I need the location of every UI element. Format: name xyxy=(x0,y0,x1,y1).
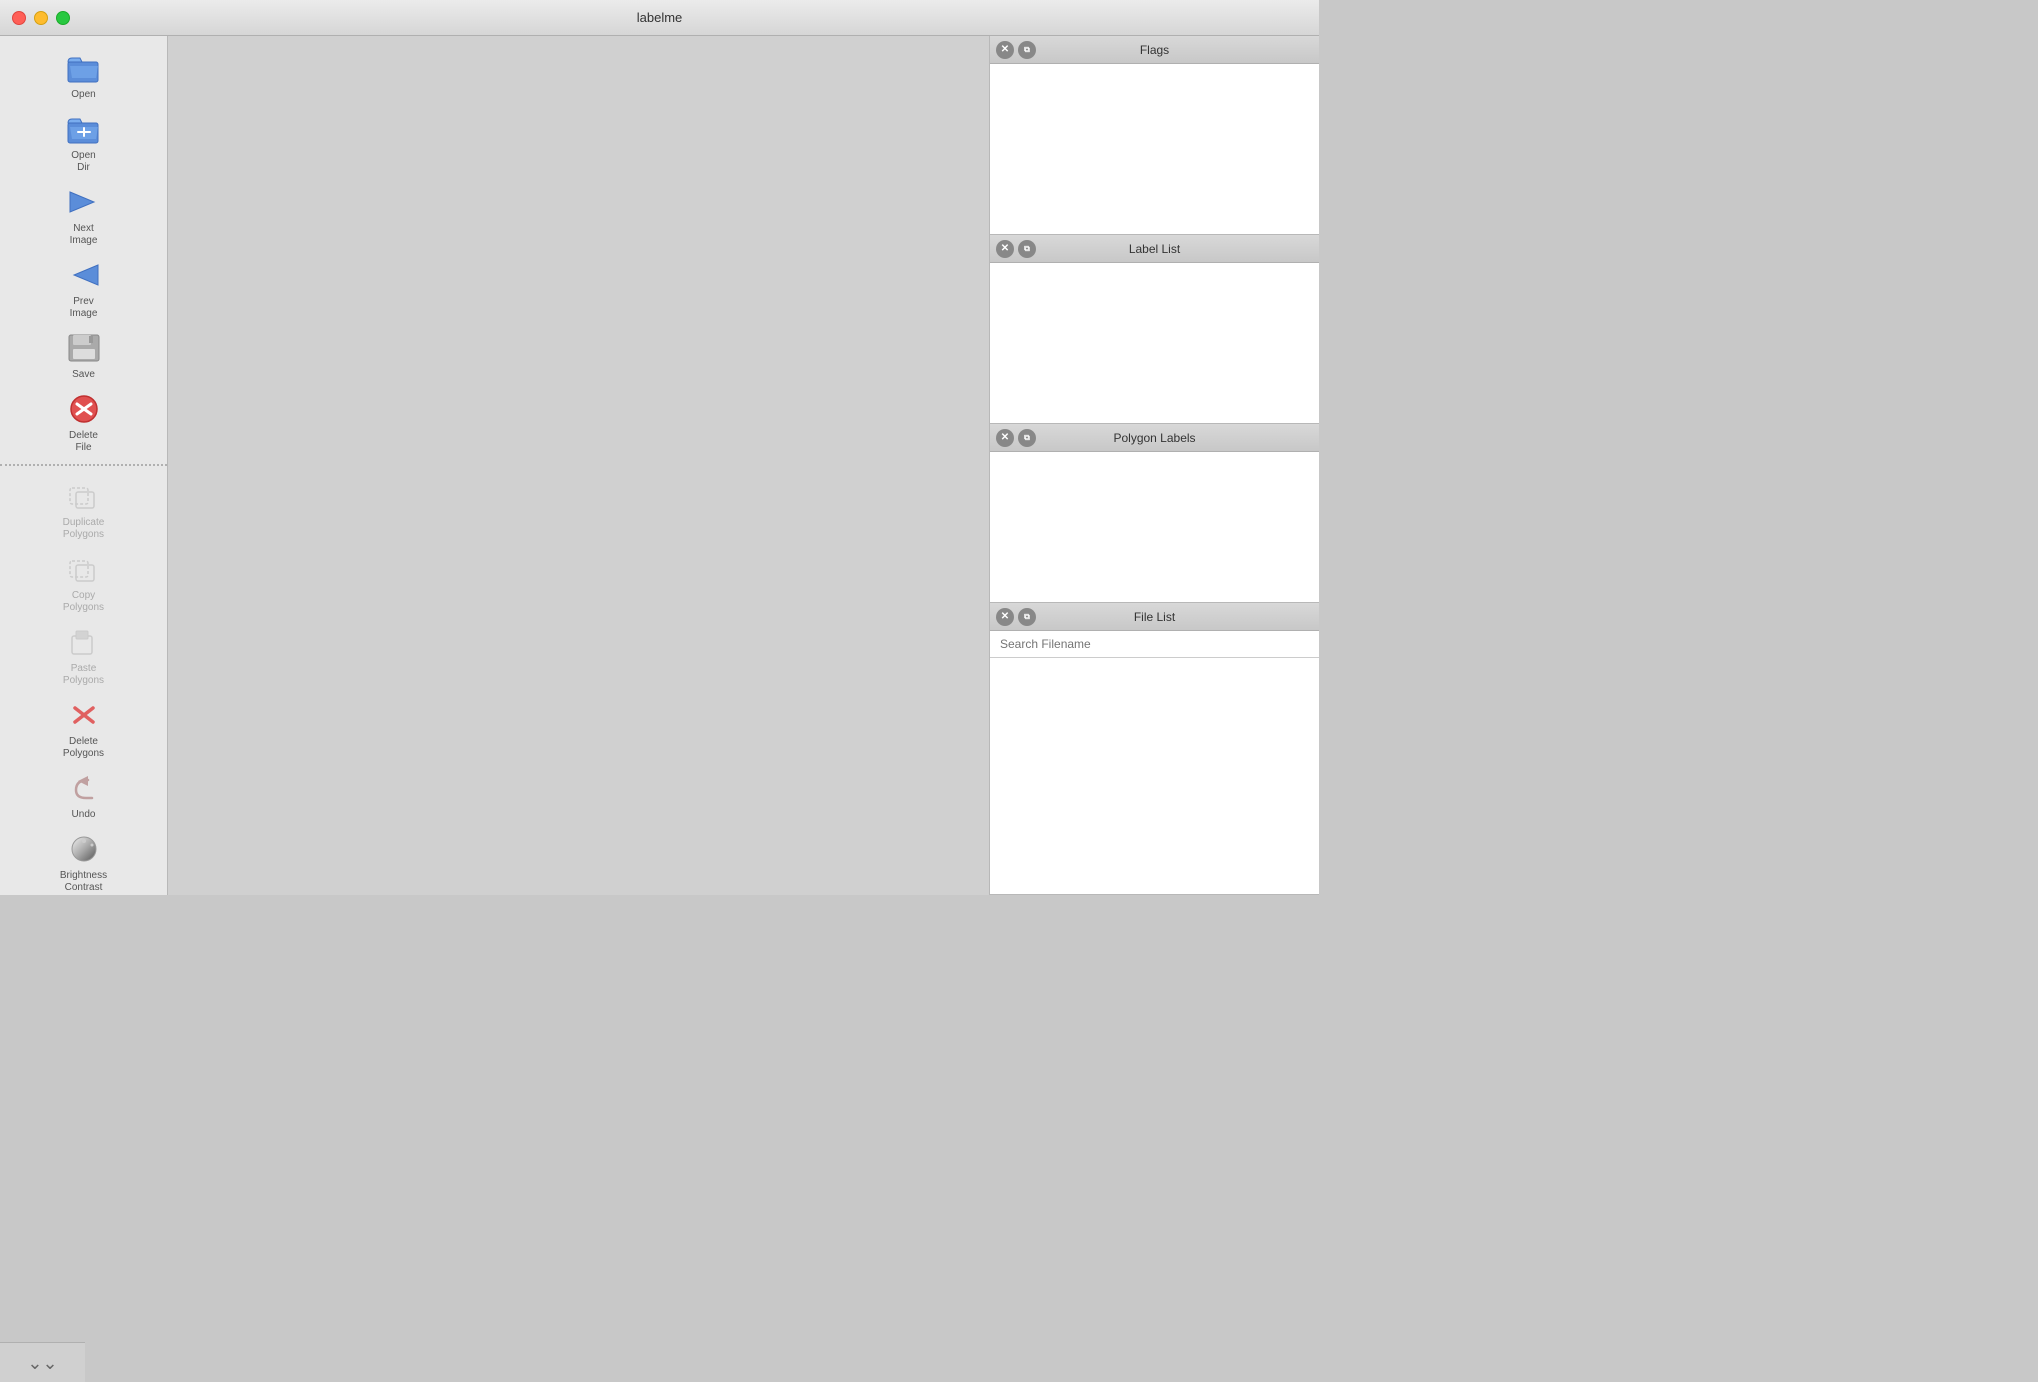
label-list-panel-icons: ✕ ⧉ xyxy=(996,240,1036,258)
toolbar: Open Open Dir Next Image xyxy=(0,36,168,895)
file-list-float-button[interactable]: ⧉ xyxy=(1018,608,1036,626)
paste-polygons-icon xyxy=(60,622,108,662)
delete-polygons-icon xyxy=(60,695,108,735)
flags-body xyxy=(990,64,1319,234)
copy-polygons-icon xyxy=(60,549,108,589)
flags-panel-icons: ✕ ⧉ xyxy=(996,41,1036,59)
save-icon xyxy=(60,328,108,368)
undo-icon xyxy=(60,768,108,808)
label-list-close-button[interactable]: ✕ xyxy=(996,240,1014,258)
brightness-contrast-button[interactable]: Brightness Contrast xyxy=(0,825,167,895)
label-list-title: Label List xyxy=(998,242,1311,256)
close-button[interactable] xyxy=(12,11,26,25)
file-list-panel-header: ✕ ⧉ File List xyxy=(990,603,1319,631)
prev-image-label: Prev Image xyxy=(70,296,98,320)
titlebar-buttons xyxy=(12,11,70,25)
open-label: Open xyxy=(71,89,95,101)
file-search-input[interactable] xyxy=(990,631,1319,658)
polygon-labels-panel: ✕ ⧉ Polygon Labels xyxy=(990,424,1319,603)
toolbar-separator-1 xyxy=(0,464,167,466)
delete-polygons-button[interactable]: Delete Polygons xyxy=(0,691,167,764)
flags-panel: ✕ ⧉ Flags xyxy=(990,36,1319,235)
open-dir-icon xyxy=(60,109,108,149)
file-list-panel: ✕ ⧉ File List xyxy=(990,603,1319,895)
polygon-labels-close-button[interactable]: ✕ xyxy=(996,429,1014,447)
delete-file-label: Delete File xyxy=(69,430,98,454)
save-label: Save xyxy=(72,369,95,381)
file-list-body xyxy=(990,658,1319,894)
copy-polygons-label: Copy Polygons xyxy=(63,590,104,614)
file-list-panel-icons: ✕ ⧉ xyxy=(996,608,1036,626)
label-list-panel-header: ✕ ⧉ Label List xyxy=(990,235,1319,263)
brightness-contrast-icon xyxy=(60,829,108,869)
brightness-contrast-label: Brightness Contrast xyxy=(60,870,107,894)
open-button[interactable]: Open xyxy=(0,44,167,105)
open-dir-button[interactable]: Open Dir xyxy=(0,105,167,178)
prev-image-icon xyxy=(60,255,108,295)
paste-polygons-label: Paste Polygons xyxy=(63,663,104,687)
label-list-body xyxy=(990,263,1319,423)
duplicate-polygons-button[interactable]: Duplicate Polygons xyxy=(0,472,167,545)
duplicate-polygons-icon xyxy=(60,476,108,516)
undo-button[interactable]: Undo xyxy=(0,764,167,825)
file-list-close-button[interactable]: ✕ xyxy=(996,608,1014,626)
duplicate-polygons-label: Duplicate Polygons xyxy=(63,517,105,541)
file-list-title: File List xyxy=(998,610,1311,624)
label-list-float-button[interactable]: ⧉ xyxy=(1018,240,1036,258)
flags-panel-header: ✕ ⧉ Flags xyxy=(990,36,1319,64)
flags-close-button[interactable]: ✕ xyxy=(996,41,1014,59)
open-icon xyxy=(60,48,108,88)
prev-image-button[interactable]: Prev Image xyxy=(0,251,167,324)
canvas-area xyxy=(168,36,989,895)
polygon-labels-float-button[interactable]: ⧉ xyxy=(1018,429,1036,447)
delete-polygons-label: Delete Polygons xyxy=(63,736,104,760)
label-list-panel: ✕ ⧉ Label List xyxy=(990,235,1319,424)
polygon-labels-body xyxy=(990,452,1319,602)
paste-polygons-button[interactable]: Paste Polygons xyxy=(0,618,167,691)
polygon-labels-panel-header: ✕ ⧉ Polygon Labels xyxy=(990,424,1319,452)
flags-float-button[interactable]: ⧉ xyxy=(1018,41,1036,59)
maximize-button[interactable] xyxy=(56,11,70,25)
next-image-icon xyxy=(60,182,108,222)
scroll-down-icon: ⌄⌄ xyxy=(27,1354,57,1372)
copy-polygons-button[interactable]: Copy Polygons xyxy=(0,545,167,618)
polygon-labels-panel-icons: ✕ ⧉ xyxy=(996,429,1036,447)
next-image-button[interactable]: Next Image xyxy=(0,178,167,251)
right-panels: ✕ ⧉ Flags ✕ ⧉ Label List ✕ xyxy=(989,36,1319,895)
delete-file-icon xyxy=(60,389,108,429)
open-dir-label: Open Dir xyxy=(71,150,95,174)
scroll-down-button[interactable]: ⌄⌄ xyxy=(0,1342,85,1382)
next-image-label: Next Image xyxy=(70,223,98,247)
app-body: Open Open Dir Next Image xyxy=(0,36,1319,895)
flags-title: Flags xyxy=(998,43,1311,57)
polygon-labels-title: Polygon Labels xyxy=(998,431,1311,445)
delete-file-button[interactable]: Delete File xyxy=(0,385,167,458)
undo-label: Undo xyxy=(72,809,96,821)
minimize-button[interactable] xyxy=(34,11,48,25)
save-button[interactable]: Save xyxy=(0,324,167,385)
titlebar: labelme xyxy=(0,0,1319,36)
app-title: labelme xyxy=(637,10,683,25)
